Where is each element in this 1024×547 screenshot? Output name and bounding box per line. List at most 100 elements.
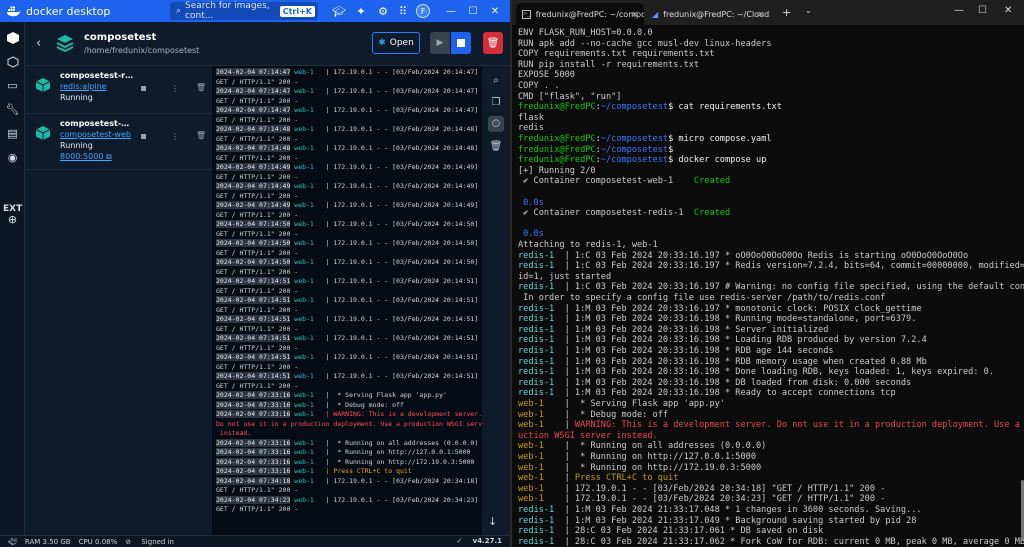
containers-icon[interactable] bbox=[5, 30, 20, 45]
scout-icon[interactable]: ◉ bbox=[5, 150, 20, 165]
scroll-to-bottom-icon[interactable]: ↓ bbox=[488, 515, 497, 528]
add-extension-icon[interactable]: ⊕ bbox=[5, 212, 20, 227]
delete-service-icon[interactable]: 🗑︎ bbox=[196, 83, 206, 92]
terminal-line: RUN apk add --no-cache gcc musl-dev linu… bbox=[518, 39, 772, 50]
log-timestamp: 2024-02-04 07:14:51 bbox=[216, 296, 291, 304]
stop-button[interactable] bbox=[451, 32, 471, 54]
tab-cloud[interactable]: ◢ fredunix@FredPC: ~/Cloud ✕ bbox=[646, 3, 770, 25]
service-image-link[interactable]: redis:alpine bbox=[60, 82, 107, 91]
new-tab-plus-icon[interactable]: + bbox=[782, 6, 791, 19]
log-message: | 172.19.0.1 - - [03/Feb/2024 20:14:51] … bbox=[325, 372, 482, 380]
log-line: 2024-02-04 07:14:49 web-1 | 172.19.0.1 -… bbox=[216, 182, 482, 191]
copy-logs-icon[interactable]: ❐ bbox=[488, 94, 504, 110]
delete-service-icon[interactable]: 🗑︎ bbox=[196, 131, 206, 140]
delete-button[interactable]: 🗑︎ bbox=[483, 32, 503, 54]
terminal-line: id=1, just started bbox=[518, 272, 611, 283]
minimize-icon[interactable]: — bbox=[442, 2, 460, 20]
terminal-text: | 172.19.0.1 - - [03/Feb/2024 20:34:18] … bbox=[543, 483, 886, 494]
terminal-line: uction WSGI server instead. bbox=[518, 431, 658, 442]
terminal-line: redis-1 | 28:C 03 Feb 2024 21:33:17.061 … bbox=[518, 526, 823, 537]
terminal-text: fredunix@FredPC bbox=[518, 144, 596, 155]
global-search-input[interactable]: ⌕ Search for images, cont... Ctrl+K bbox=[170, 1, 318, 21]
terminal-line: fredunix@FredPC:~/composetest$ cat requi… bbox=[518, 102, 782, 113]
close-icon[interactable]: ✕ bbox=[1004, 5, 1012, 16]
log-timestamp: 2024-02-04 07:14:49 bbox=[216, 163, 291, 171]
log-message: GET / HTTP/1.1" 200 - bbox=[216, 210, 299, 219]
external-link-icon: ⧉ bbox=[105, 152, 112, 161]
terminal-text: | 1:C 03 Feb 2024 20:33:16.197 * oO0OoO0… bbox=[554, 250, 969, 261]
play-icon: ▶ bbox=[436, 38, 444, 48]
dev-environments-icon[interactable]: ▤ bbox=[5, 126, 20, 141]
log-service: web-1 bbox=[294, 182, 314, 190]
terminal-text: RUN apk add --no-cache gcc musl-dev linu… bbox=[518, 38, 772, 49]
tab-composetest[interactable]: >_ fredunix@FredPC: ~/compose ✕ bbox=[516, 3, 644, 25]
builds-wrench-icon[interactable]: 🔧︎ bbox=[5, 102, 20, 117]
maximize-icon[interactable]: ☐ bbox=[464, 2, 482, 20]
open-button-label: Open bbox=[389, 38, 414, 48]
terminal-text: redis-1 bbox=[518, 324, 555, 335]
extensions-puzzle-icon[interactable]: ✦ bbox=[354, 4, 368, 18]
log-service: web-1 bbox=[294, 277, 314, 285]
terminal-text: | * Debug mode: off bbox=[543, 409, 669, 420]
volumes-icon[interactable]: ▭ bbox=[5, 78, 20, 93]
close-icon[interactable]: ✕ bbox=[486, 2, 504, 20]
stop-service-icon[interactable] bbox=[141, 134, 146, 139]
tab-dropdown-chevron-icon[interactable]: ⌄ bbox=[805, 6, 812, 15]
search-logs-icon[interactable]: ⌕ bbox=[488, 72, 504, 88]
learning-center-icon[interactable]: 🎓︎ bbox=[332, 4, 346, 18]
log-line: 2024-02-04 07:33:16 web-1 | Press CTRL+C… bbox=[216, 467, 412, 476]
user-avatar[interactable]: F bbox=[416, 4, 430, 18]
clear-logs-trash-icon[interactable]: 🗑︎ bbox=[488, 138, 504, 154]
log-message: | 172.19.0.1 - - [03/Feb/2024 20:14:48] … bbox=[325, 125, 482, 133]
tab-title: fredunix@FredPC: ~/compose bbox=[535, 9, 644, 19]
service-image-link[interactable]: composetest-web bbox=[60, 130, 131, 139]
terminal-text: | 1:M 03 Feb 2024 20:33:16.198 * Running… bbox=[554, 314, 917, 325]
back-chevron-icon[interactable]: ‹ bbox=[36, 36, 41, 51]
log-timestamp: 2024-02-04 07:33:16 bbox=[216, 467, 291, 475]
docker-title-bar: docker desktop ⌕ Search for images, cont… bbox=[0, 0, 510, 22]
stop-service-icon[interactable] bbox=[141, 86, 146, 91]
log-line: Do not use it in a production deployment… bbox=[216, 420, 482, 429]
log-timestamp: 2024-02-04 07:34:18 bbox=[216, 476, 291, 485]
start-button[interactable]: ▶ bbox=[430, 32, 450, 54]
terminal-text: redis-1 bbox=[518, 261, 555, 272]
log-timestamp: 2024-02-04 07:14:51 bbox=[216, 315, 291, 323]
cpu-usage: CPU 0.08% bbox=[78, 537, 118, 546]
logs-panel[interactable]: 2024-02-04 07:14:47 web-1 | 172.19.0.1 -… bbox=[212, 66, 482, 538]
maximize-icon[interactable]: ☐ bbox=[978, 5, 987, 16]
timestamps-clock-icon[interactable]: 🕓︎ bbox=[488, 116, 504, 132]
service-row-redis[interactable]: composetest-redi... redis:alpine Running… bbox=[26, 66, 212, 114]
log-timestamp: 2024-02-04 07:33:16 bbox=[216, 410, 291, 418]
open-in-vscode-button[interactable]: ✱ Open bbox=[372, 32, 420, 54]
terminal-text: fredunix@FredPC bbox=[518, 102, 596, 113]
log-line: 2024-02-04 07:14:47 web-1 | 172.19.0.1 -… bbox=[216, 87, 482, 96]
close-tab-icon[interactable]: ✕ bbox=[631, 10, 638, 19]
docker-app-title: docker desktop bbox=[26, 4, 111, 18]
terminal-text: EXPOSE 5000 bbox=[518, 70, 575, 81]
settings-gear-icon[interactable]: ⚙ bbox=[376, 4, 390, 18]
service-port-link[interactable]: 8000:5000 ⧉ bbox=[60, 152, 112, 162]
more-options-icon[interactable]: ⋮ bbox=[171, 84, 179, 93]
log-message: | 172.19.0.1 - - [03/Feb/2024 20:14:48] … bbox=[325, 144, 482, 152]
terminal-line: web-1 | 172.19.0.1 - - [03/Feb/2024 20:3… bbox=[518, 494, 885, 505]
terminal-line: EXPOSE 5000 bbox=[518, 70, 575, 81]
terminal-line: ✔ Container composetest-redis-1 Created bbox=[518, 208, 730, 219]
log-line: 2024-02-04 07:14:48 web-1 | 172.19.0.1 -… bbox=[216, 144, 482, 153]
minimize-icon[interactable]: — bbox=[954, 5, 964, 16]
terminal-text: | bbox=[543, 473, 575, 484]
log-service: web-1 bbox=[294, 400, 314, 409]
service-row-web[interactable]: composetest-web-1 composetest-web Runnin… bbox=[26, 114, 212, 170]
log-message: | 172.19.0.1 - - [03/Feb/2024 20:14:49] … bbox=[325, 201, 482, 209]
log-message: | 172.19.0.1 - - [03/Feb/2024 20:34:23] … bbox=[325, 495, 482, 504]
close-tab-icon[interactable]: ✕ bbox=[757, 10, 764, 19]
log-timestamp: 2024-02-04 07:14:47 bbox=[216, 68, 291, 76]
log-message: | 172.19.0.1 - - [03/Feb/2024 20:14:51] … bbox=[325, 315, 482, 323]
more-options-icon[interactable]: ⋮ bbox=[171, 132, 179, 141]
terminal-line: flask bbox=[518, 113, 544, 124]
apps-grid-icon[interactable]: ⠿ bbox=[396, 4, 410, 18]
log-message: | 172.19.0.1 - - [03/Feb/2024 20:14:47] … bbox=[325, 68, 482, 76]
log-message: GET / HTTP/1.1" 200 - bbox=[216, 486, 299, 494]
terminal-output[interactable]: ENV FLASK_RUN_HOST=0.0.0.0 RUN apk add --… bbox=[518, 26, 1024, 547]
vscode-icon: ✱ bbox=[378, 38, 386, 48]
images-icon[interactable] bbox=[5, 54, 20, 69]
